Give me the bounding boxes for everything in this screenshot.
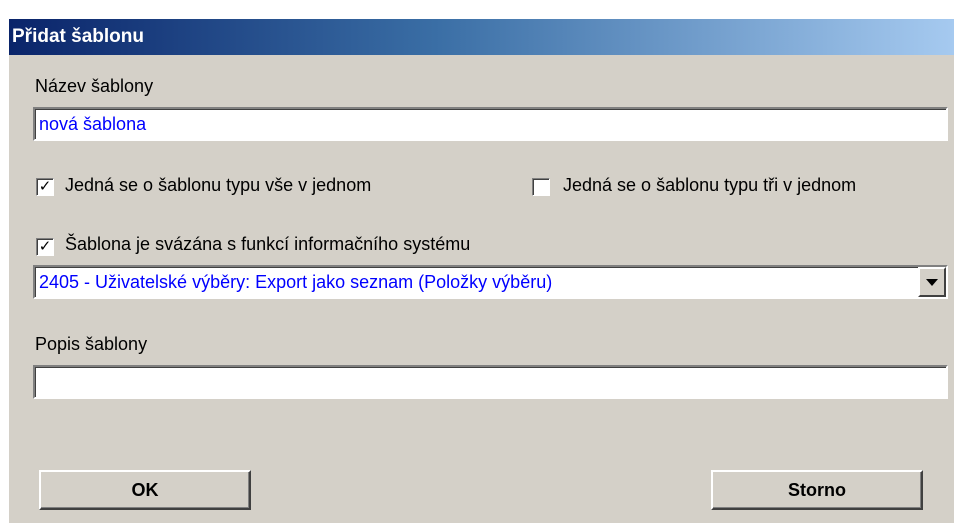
function-select-value: 2405 - Uživatelské výběry: Export jako s… (39, 272, 553, 292)
all-in-one-label[interactable]: Jedná se o šablonu typu vše v jednom (65, 175, 371, 196)
ok-button[interactable]: OK (39, 470, 251, 510)
cancel-button[interactable]: Storno (711, 470, 923, 510)
description-input[interactable] (33, 365, 948, 399)
linked-function-checkbox[interactable]: ✓ (36, 238, 54, 256)
template-name-input[interactable]: nová šablona (33, 107, 948, 141)
template-name-label: Název šablony (35, 76, 154, 96)
chevron-down-icon (926, 279, 938, 286)
three-in-one-label[interactable]: Jedná se o šablonu typu tři v jednom (563, 175, 856, 196)
dropdown-button[interactable] (918, 267, 946, 297)
dialog-title: Přidat šablonu (9, 19, 954, 55)
all-in-one-checkbox[interactable]: ✓ (36, 178, 54, 196)
description-label: Popis šablony (35, 334, 148, 354)
checkmark-icon: ✓ (38, 238, 52, 255)
add-template-dialog: Přidat šablonu Název šablony nová šablon… (8, 18, 954, 523)
linked-function-label[interactable]: Šablona je svázána s funkcí informačního… (65, 234, 470, 255)
function-select[interactable]: 2405 - Uživatelské výběry: Export jako s… (33, 265, 948, 299)
checkmark-icon: ✓ (38, 178, 52, 195)
three-in-one-checkbox[interactable] (532, 178, 550, 196)
